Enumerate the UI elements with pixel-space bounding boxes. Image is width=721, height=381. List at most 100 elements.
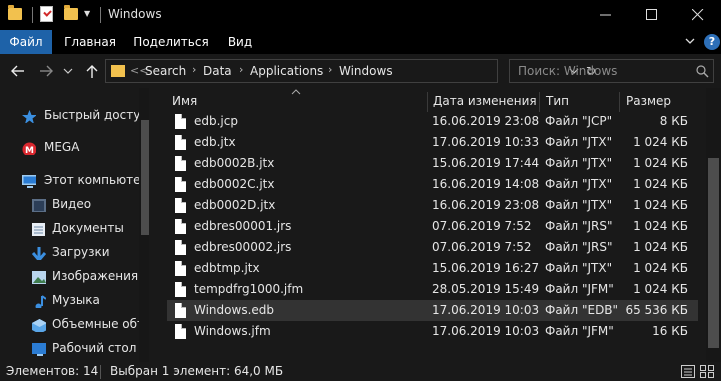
column-divider[interactable]	[619, 92, 620, 112]
file-row[interactable]: edbres00001.jrs 07.06.2019 7:52 Файл "JR…	[167, 216, 698, 237]
tab-view[interactable]: Вид	[220, 30, 260, 54]
window-title: Windows	[108, 7, 162, 21]
customize-toolbar-icon[interactable]: ▼	[84, 9, 94, 19]
file-row[interactable]: edbtmp.jtx 15.06.2019 16:27 Файл "JTX" 1…	[167, 258, 698, 279]
file-type: Файл "JCP"	[545, 114, 613, 128]
nav-item-mega[interactable]: M MEGA	[0, 136, 136, 160]
breadcrumb-search[interactable]: Search	[145, 64, 186, 78]
file-type: Файл "JTX"	[545, 198, 613, 212]
file-row[interactable]: edb0002B.jtx 15.06.2019 17:44 Файл "JTX"…	[167, 153, 698, 174]
file-name: edb0002B.jtx	[194, 156, 275, 170]
file-row[interactable]: tempdfrg1000.jfm 28.05.2019 15:49 Файл "…	[167, 279, 698, 300]
downloads-icon	[32, 247, 46, 260]
file-row[interactable]: edbres00002.jrs 07.06.2019 7:52 Файл "JR…	[167, 237, 698, 258]
recent-locations-icon[interactable]	[62, 63, 78, 79]
title-bar: ▼ Windows	[0, 0, 721, 30]
file-row[interactable]: edb.jtx 17.06.2019 10:33 Файл "JTX" 1 02…	[167, 132, 698, 153]
file-list-scroll-thumb[interactable]	[708, 158, 719, 348]
nav-item-music[interactable]: Музыка	[0, 289, 136, 313]
nav-item-video[interactable]: Видео	[0, 193, 136, 217]
file-icon	[175, 303, 186, 318]
address-bar[interactable]: << Search › Data › Applications › Window…	[105, 59, 596, 83]
file-row[interactable]: edb0002C.jtx 16.06.2019 14:08 Файл "JTX"…	[167, 174, 698, 195]
selection-info: Выбран 1 элемент: 64,0 МБ	[110, 364, 284, 378]
nav-item-label: Этот компьютер	[44, 173, 149, 187]
file-row[interactable]: edb0002D.jtx 16.06.2019 23:08 Файл "JTX"…	[167, 195, 698, 216]
nav-item-pictures[interactable]: Изображения	[0, 265, 138, 289]
folder-icon	[8, 5, 22, 20]
breadcrumb-applications[interactable]: Applications	[250, 64, 323, 78]
forward-icon[interactable]	[38, 63, 54, 79]
column-divider[interactable]	[539, 92, 540, 112]
file-date: 17.06.2019 10:03	[432, 324, 540, 338]
tab-share[interactable]: Поделиться	[130, 30, 212, 54]
file-icon	[175, 282, 186, 297]
file-row[interactable]: Windows.jfm 17.06.2019 10:03 Файл "JFM" …	[167, 321, 698, 342]
search-input[interactable]: Поиск: Windows	[509, 59, 714, 83]
file-icon	[175, 219, 186, 234]
file-type: Файл "JTX"	[545, 156, 613, 170]
breadcrumb-windows[interactable]: Windows	[339, 64, 393, 78]
file-icon	[175, 240, 186, 255]
nav-item-downloads[interactable]: Загрузки	[0, 241, 136, 265]
file-date: 16.06.2019 23:08	[432, 114, 540, 128]
up-icon[interactable]	[84, 63, 100, 79]
details-view-icon[interactable]	[681, 365, 695, 378]
tab-file[interactable]: Файл	[0, 30, 52, 54]
file-date: 15.06.2019 16:27	[432, 261, 540, 275]
file-type: Файл "JRS"	[545, 240, 613, 254]
maximize-icon	[646, 9, 657, 20]
minimize-button[interactable]	[583, 0, 629, 30]
pictures-icon	[32, 271, 46, 284]
column-divider[interactable]	[427, 92, 428, 112]
ribbon-tabs: Файл Главная Поделиться Вид ?	[0, 30, 721, 54]
maximize-button[interactable]	[629, 0, 675, 30]
close-icon	[692, 9, 704, 21]
nav-item-label: Музыка	[52, 293, 100, 307]
item-count: Элементов: 14	[6, 364, 99, 378]
tab-home[interactable]: Главная	[58, 30, 122, 54]
back-icon[interactable]	[10, 63, 26, 79]
file-type: Файл "JTX"	[545, 261, 613, 275]
nav-item-label: Загрузки	[52, 245, 110, 259]
close-button[interactable]	[675, 0, 721, 30]
nav-item-desktop[interactable]: Рабочий стол	[0, 337, 136, 361]
folder-icon	[111, 65, 125, 77]
file-row[interactable]: edb.jcp 16.06.2019 23:08 Файл "JCP" 8 КБ	[167, 111, 698, 132]
nav-item-3d-objects[interactable]: Объемные объ	[0, 313, 146, 337]
nav-item-documents[interactable]: Документы	[0, 217, 136, 241]
file-date: 07.06.2019 7:52	[432, 240, 532, 254]
breadcrumb-data[interactable]: Data	[203, 64, 232, 78]
nav-item-label: Видео	[52, 197, 92, 211]
file-size: 65 536 КБ	[625, 303, 688, 317]
new-folder-icon[interactable]	[64, 5, 78, 20]
properties-icon[interactable]	[40, 6, 53, 22]
large-icons-view-icon[interactable]	[700, 365, 714, 378]
help-icon[interactable]: ?	[704, 34, 720, 50]
file-name: edbres00001.jrs	[194, 219, 292, 233]
nav-item-this-pc[interactable]: Этот компьютер	[0, 169, 148, 193]
file-row-selected[interactable]: Windows.edb 17.06.2019 10:03 Файл "EDB" …	[167, 300, 698, 321]
nav-pane-scroll-thumb[interactable]	[141, 120, 149, 235]
file-date: 15.06.2019 17:44	[432, 156, 540, 170]
expand-ribbon-icon[interactable]	[684, 35, 696, 47]
file-type: Файл "JFM"	[545, 324, 614, 338]
file-size: 1 024 КБ	[633, 135, 688, 149]
status-bar: Элементов: 14 Выбран 1 элемент: 64,0 МБ	[0, 362, 721, 381]
file-size: 1 024 КБ	[633, 177, 688, 191]
chevron-right-icon[interactable]: ›	[192, 63, 196, 76]
nav-item-quick-access[interactable]: Быстрый доступ	[0, 104, 148, 128]
chevron-right-icon[interactable]: ›	[328, 63, 332, 76]
file-date: 17.06.2019 10:33	[432, 135, 540, 149]
file-name: edb0002D.jtx	[194, 198, 276, 212]
star-icon	[22, 110, 36, 123]
file-name: edb.jcp	[194, 114, 238, 128]
file-size: 8 КБ	[659, 114, 688, 128]
file-icon	[175, 156, 186, 171]
file-name: edb0002C.jtx	[194, 177, 275, 191]
chevron-right-icon[interactable]: ›	[239, 63, 243, 76]
file-name: Windows.edb	[194, 303, 274, 317]
file-date: 28.05.2019 15:49	[432, 282, 540, 296]
file-list: Имя Дата изменения Тип Размер edb.jcp 16…	[151, 88, 706, 362]
divider	[32, 7, 33, 23]
